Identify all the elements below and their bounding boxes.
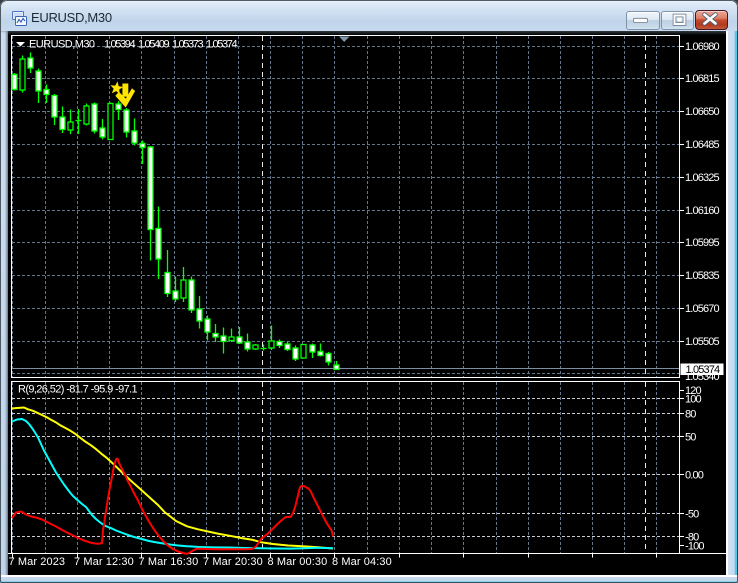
- svg-text:1.05670: 1.05670: [685, 303, 720, 315]
- svg-text:1.06160: 1.06160: [685, 205, 720, 217]
- svg-text:80: 80: [685, 409, 696, 421]
- svg-text:1.05835: 1.05835: [685, 270, 720, 282]
- svg-text:1.06325: 1.06325: [685, 172, 720, 184]
- svg-text:7 Mar 16:30: 7 Mar 16:30: [139, 556, 199, 568]
- svg-text:1.06650: 1.06650: [685, 106, 720, 118]
- svg-text:8 Mar 00:30: 8 Mar 00:30: [268, 556, 328, 568]
- svg-text:7 Mar 20:30: 7 Mar 20:30: [203, 556, 263, 568]
- svg-text:7 Mar 12:30: 7 Mar 12:30: [74, 556, 134, 568]
- svg-text:1.06980: 1.06980: [685, 41, 720, 53]
- svg-text:8 Mar 04:30: 8 Mar 04:30: [332, 556, 392, 568]
- svg-text:100: 100: [685, 394, 702, 406]
- svg-text:0.00: 0.00: [685, 470, 704, 482]
- svg-text:1.06485: 1.06485: [685, 139, 720, 151]
- svg-text:1.05505: 1.05505: [685, 336, 720, 348]
- svg-text:1.05995: 1.05995: [685, 237, 720, 249]
- svg-text:-100: -100: [685, 541, 704, 553]
- svg-text:R(9,26,52) -81.7 -95.9 -97.1: R(9,26,52) -81.7 -95.9 -97.1: [18, 383, 137, 395]
- svg-text:50: 50: [685, 432, 696, 444]
- svg-text:EURUSD,M301.053941.054091.0537: EURUSD,M30 1.05394 1.05409 1.05373 1.05374: [29, 39, 238, 51]
- svg-text:7 Mar 2023: 7 Mar 2023: [9, 556, 66, 568]
- svg-text:-50: -50: [685, 509, 699, 521]
- svg-text:1.05374: 1.05374: [686, 364, 721, 376]
- svg-text:1.06815: 1.06815: [685, 73, 720, 85]
